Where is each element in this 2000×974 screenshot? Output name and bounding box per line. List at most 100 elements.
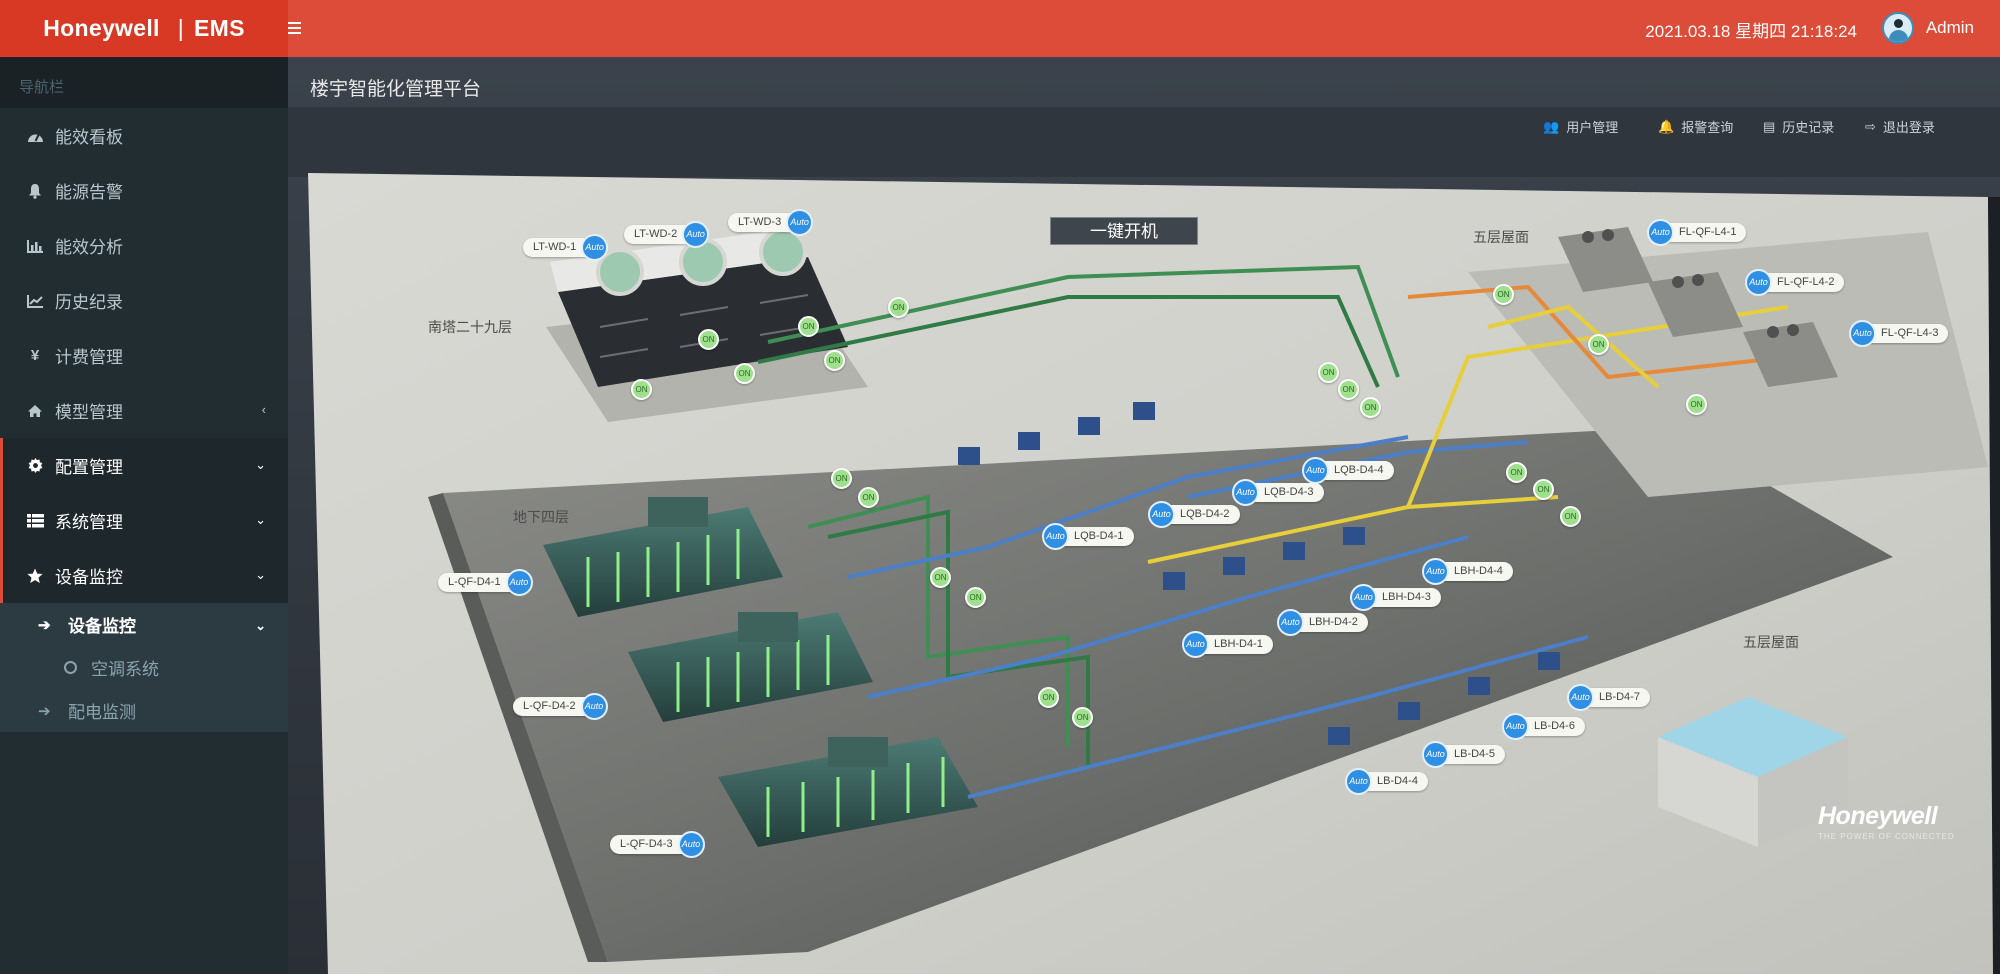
tag-lb-d4-4[interactable]: Auto LB-D4-4 (1345, 768, 1428, 795)
chevron-down-icon: ⌄ (255, 618, 266, 633)
chevron-left-icon: ‹ (261, 402, 266, 417)
tag-lbh-d4-2[interactable]: Auto LBH-D4-2 (1277, 609, 1368, 636)
brand-separator: | (177, 15, 184, 41)
status-on-indicator[interactable]: ON (798, 316, 819, 337)
nav-logout[interactable]: ⇨ 退出登录 (1865, 117, 1935, 136)
tag-lbh-d4-1[interactable]: Auto LBH-D4-1 (1182, 631, 1273, 658)
submenu-item-power[interactable]: ➔ 配电监测 (0, 689, 288, 732)
status-on-indicator[interactable]: ON (1588, 334, 1609, 355)
sidebar-item-label: 设备监控 (55, 568, 123, 587)
status-on-indicator[interactable]: ON (1560, 506, 1581, 527)
submenu-item-device-monitor[interactable]: ➔ 设备监控 ⌄ (0, 603, 288, 646)
chevron-down-icon: ⌄ (255, 567, 266, 582)
tag-l-qf-d4-1[interactable]: L-QF-D4-1 Auto (438, 569, 533, 596)
sidebar-item-efficiency-board[interactable]: 能效看板 (0, 108, 288, 163)
status-on-indicator[interactable]: ON (824, 350, 845, 371)
sidebar-item-label: 模型管理 (55, 403, 123, 422)
tag-lb-d4-7[interactable]: Auto LB-D4-7 (1567, 684, 1650, 711)
honeywell-watermark-tagline: THE POWER OF CONNECTED (1818, 832, 1955, 841)
header-datetime: 2021.03.18 星期四 21:18:24 (1645, 22, 1857, 41)
status-on-indicator[interactable]: ON (1072, 707, 1093, 728)
sidebar-item-energy-alarm[interactable]: 能源告警 (0, 163, 288, 218)
tag-lb-d4-6[interactable]: Auto LB-D4-6 (1502, 713, 1585, 740)
nav-alarm-query[interactable]: 🔔 报警查询 (1658, 117, 1733, 136)
sidebar-item-billing[interactable]: ¥ 计费管理 (0, 328, 288, 383)
nav-user-management[interactable]: 👥 用户管理 (1543, 117, 1618, 136)
nav-label: 历史记录 (1782, 120, 1835, 135)
sidebar-item-label: 计费管理 (55, 348, 123, 367)
sidebar-item-device-monitor[interactable]: 设备监控 ⌄ (0, 548, 288, 603)
sidebar-header: 导航栏 (0, 57, 288, 108)
arrow-right-icon: ➔ (38, 616, 51, 634)
bell-icon: 🔔 (1658, 118, 1675, 134)
one-click-start-button[interactable]: 一键开机 (1050, 217, 1198, 245)
status-on-indicator[interactable]: ON (831, 468, 852, 489)
sidebar-item-label: 历史纪录 (55, 293, 123, 312)
sidebar-item-efficiency-analysis[interactable]: 能效分析 (0, 218, 288, 273)
sidebar-item-label: 能源告警 (55, 183, 123, 202)
tag-lt-wd-3[interactable]: LT-WD-3 Auto (728, 209, 814, 236)
status-on-indicator[interactable]: ON (1038, 687, 1059, 708)
menu-toggle-icon[interactable] (284, 14, 306, 42)
tag-lb-d4-5[interactable]: Auto LB-D4-5 (1422, 741, 1505, 768)
status-on-indicator[interactable]: ON (965, 587, 986, 608)
area-label-basement: 地下四层 (513, 509, 569, 525)
tag-lqb-d4-1[interactable]: Auto LQB-D4-1 (1042, 523, 1134, 550)
status-on-indicator[interactable]: ON (1360, 397, 1381, 418)
submenu-item-hvac[interactable]: 空调系统 (0, 646, 288, 689)
sidebar-item-config[interactable]: 配置管理 ⌄ (0, 438, 288, 493)
users-icon: 👥 (1543, 118, 1560, 134)
sidebar-item-history[interactable]: 历史纪录 (0, 273, 288, 328)
bell-icon (25, 181, 45, 201)
status-on-indicator[interactable]: ON (858, 487, 879, 508)
tag-lt-wd-1[interactable]: LT-WD-1 Auto (523, 234, 609, 261)
submenu-device-monitor: ➔ 设备监控 ⌄ 空调系统 ➔ 配电监测 (0, 603, 288, 732)
brand-name: Honeywell (43, 15, 160, 41)
tag-lbh-d4-3[interactable]: Auto LBH-D4-3 (1350, 584, 1441, 611)
status-on-indicator[interactable]: ON (1506, 462, 1527, 483)
bar-chart-icon (25, 236, 45, 256)
status-on-indicator[interactable]: ON (1533, 479, 1554, 500)
status-on-indicator[interactable]: ON (734, 363, 755, 384)
status-on-indicator[interactable]: ON (1493, 284, 1514, 305)
tag-lqb-d4-2[interactable]: Auto LQB-D4-2 (1148, 501, 1240, 528)
tag-lt-wd-2[interactable]: LT-WD-2 Auto (624, 221, 710, 248)
tag-lqb-d4-4[interactable]: Auto LQB-D4-4 (1302, 457, 1394, 484)
sidebar-item-label: 能效看板 (55, 128, 123, 147)
tag-l-qf-d4-2[interactable]: L-QF-D4-2 Auto (513, 693, 608, 720)
chevron-down-icon: ⌄ (255, 457, 266, 472)
status-on-indicator[interactable]: ON (1686, 394, 1707, 415)
area-label-south-tower: 南塔二十九层 (428, 319, 512, 335)
tag-fl-qf-l4-1[interactable]: Auto FL-QF-L4-1 (1647, 219, 1747, 246)
sidebar: 导航栏 能效看板 能源告警 能效分析 历史纪录 ¥ 计费管理 模型管理 ‹ 配置… (0, 57, 288, 974)
status-on-indicator[interactable]: ON (698, 329, 719, 350)
submenu-item-label: 设备监控 (68, 617, 136, 636)
star-icon (25, 566, 45, 586)
status-on-indicator[interactable]: ON (930, 567, 951, 588)
tag-fl-qf-l4-3[interactable]: Auto FL-QF-L4-3 (1849, 320, 1949, 347)
brand-logo[interactable]: Honeywell | EMS (0, 0, 288, 57)
nav-label: 报警查询 (1681, 120, 1734, 135)
nav-label: 用户管理 (1566, 120, 1619, 135)
status-on-indicator[interactable]: ON (1318, 362, 1339, 383)
dashboard-icon (25, 126, 45, 146)
tag-lbh-d4-4[interactable]: Auto LBH-D4-4 (1422, 558, 1513, 585)
status-on-indicator[interactable]: ON (631, 379, 652, 400)
hvac-scene-panel: 楼宇智能化管理平台 👥 用户管理 🔔 报警查询 ▤ 历史记录 ⇨ 退出登录 一键… (288, 57, 2000, 974)
status-on-indicator[interactable]: ON (1338, 379, 1359, 400)
gear-icon (25, 456, 45, 476)
tag-fl-qf-l4-2[interactable]: Auto FL-QF-L4-2 (1745, 269, 1845, 296)
area-label-roof: 五层屋面 (1473, 229, 1529, 245)
sidebar-item-model[interactable]: 模型管理 ‹ (0, 383, 288, 438)
sidebar-item-system[interactable]: 系统管理 ⌄ (0, 493, 288, 548)
sidebar-item-label: 能效分析 (55, 238, 123, 257)
honeywell-watermark-logo: Honeywell (1818, 802, 1938, 830)
yen-icon: ¥ (30, 347, 40, 364)
user-menu[interactable]: Admin (1881, 12, 1974, 44)
tag-lqb-d4-3[interactable]: Auto LQB-D4-3 (1232, 479, 1324, 506)
sidebar-item-label: 配置管理 (55, 458, 123, 477)
nav-history[interactable]: ▤ 历史记录 (1763, 117, 1834, 136)
nav-label: 退出登录 (1882, 120, 1935, 135)
tag-l-qf-d4-3[interactable]: L-QF-D4-3 Auto (610, 831, 705, 858)
status-on-indicator[interactable]: ON (888, 297, 909, 318)
